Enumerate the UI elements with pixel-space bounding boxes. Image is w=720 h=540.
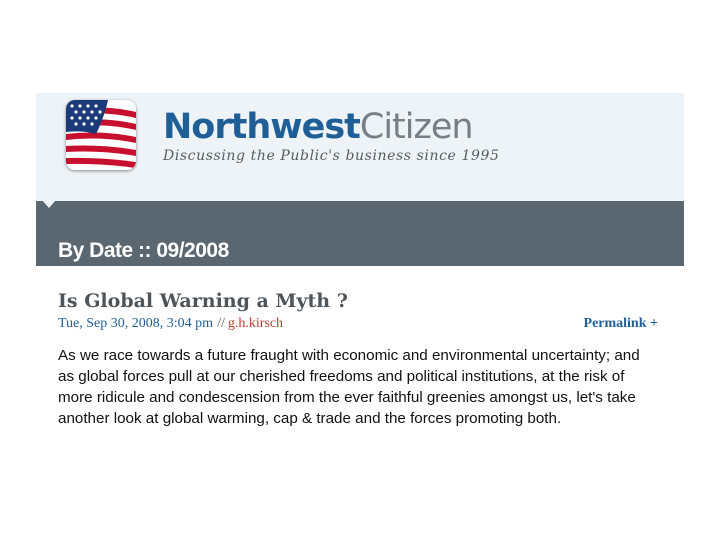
american-flag-icon[interactable] bbox=[66, 100, 136, 170]
post-author-link[interactable]: g.h.kirsch bbox=[228, 316, 283, 331]
site-tagline: Discussing the Public's business since 1… bbox=[163, 148, 500, 164]
post-title[interactable]: Is Global Warning a Myth ? bbox=[58, 290, 668, 312]
post-date: Tue, Sep 30, 2008, 3:04 pm bbox=[58, 316, 214, 331]
site-header: NorthwestCitizen Discussing the Public's… bbox=[36, 93, 684, 201]
date-archive-bar: By Date :: 09/2008 bbox=[36, 200, 684, 266]
blog-post: Is Global Warning a Myth ? Tue, Sep 30, … bbox=[58, 290, 668, 429]
archive-date-title: By Date :: 09/2008 bbox=[58, 239, 229, 262]
post-meta: Tue, Sep 30, 2008, 3:04 pm//g.h.kirsch P… bbox=[58, 316, 668, 336]
site-title-light: Citizen bbox=[359, 107, 474, 147]
date-bar-notch bbox=[42, 200, 56, 208]
site-title-strong: Northwest bbox=[163, 107, 361, 147]
post-meta-separator: // bbox=[217, 316, 225, 331]
permalink-link[interactable]: Permalink + bbox=[584, 316, 658, 332]
post-body: As we race towards a future fraught with… bbox=[58, 347, 640, 427]
site-title[interactable]: NorthwestCitizen bbox=[163, 105, 474, 149]
